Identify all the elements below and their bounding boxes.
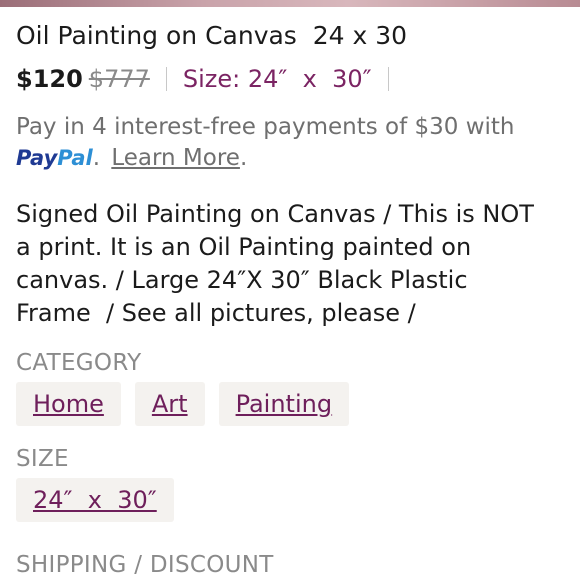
period: . <box>92 145 100 171</box>
period: . <box>239 145 248 171</box>
shipping-discount-label: SHIPPING / DISCOUNT <box>16 552 274 578</box>
category-label: CATEGORY <box>16 350 142 376</box>
size-label: SIZE <box>16 446 69 472</box>
installments-text: Pay in 4 interest-free payments of $30 w… <box>16 114 515 140</box>
size-chips: 24″ x 30″ <box>16 478 568 522</box>
category-chip-painting[interactable]: Painting <box>218 382 350 426</box>
paypal-logo: PayPal <box>16 146 93 170</box>
listing-details: Oil Painting on Canvas 24 x 30 $120 $777… <box>16 20 568 580</box>
photo-bottom-edge <box>0 0 580 7</box>
listing-title: Oil Painting on Canvas 24 x 30 <box>16 21 408 50</box>
listing-description: Signed Oil Painting on Canvas / This is … <box>16 200 534 327</box>
price-row: $120 $777 Size: 24″ x 30″ <box>16 62 568 96</box>
size-chip[interactable]: 24″ x 30″ <box>16 478 174 522</box>
category-chips: Home Art Painting <box>16 382 568 426</box>
size-summary: Size: 24″ x 30″ <box>182 65 372 93</box>
divider <box>165 67 167 91</box>
paypal-installments: Pay in 4 interest-free payments of $30 w… <box>16 112 568 174</box>
divider <box>387 67 389 91</box>
current-price: $120 <box>16 65 83 93</box>
learn-more-link[interactable]: Learn More <box>111 145 240 171</box>
category-chip-home[interactable]: Home <box>16 382 121 426</box>
category-chip-art[interactable]: Art <box>134 382 205 426</box>
original-price: $777 <box>88 65 150 93</box>
